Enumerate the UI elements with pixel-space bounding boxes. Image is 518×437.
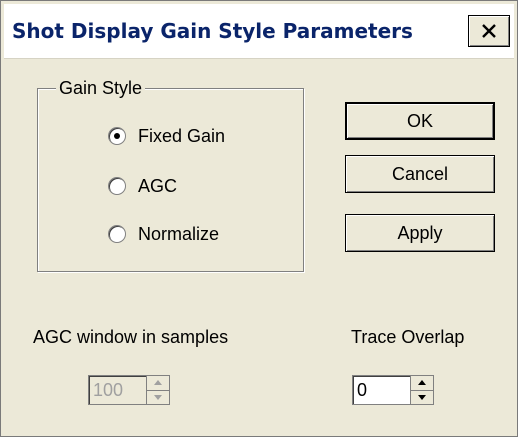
close-icon: [481, 23, 497, 39]
radio-label: AGC: [138, 175, 178, 196]
trace-overlap-spinner[interactable]: 0: [352, 375, 434, 405]
trace-overlap-spin-arrows[interactable]: [410, 376, 433, 404]
radio-agc[interactable]: AGC: [108, 173, 177, 199]
title-bar[interactable]: Shot Display Gain Style Parameters: [4, 4, 514, 59]
window-title: Shot Display Gain Style Parameters: [12, 19, 413, 43]
apply-button[interactable]: Apply: [345, 214, 495, 252]
agc-window-value: 100: [93, 379, 124, 400]
ok-button[interactable]: OK: [345, 102, 495, 140]
trace-overlap-label: Trace Overlap: [351, 327, 465, 347]
spin-down-icon[interactable]: [411, 390, 433, 404]
dialog-window: Shot Display Gain Style Parameters Gain …: [0, 0, 518, 437]
radio-fixed-gain[interactable]: Fixed Gain: [108, 123, 225, 149]
cancel-button[interactable]: Cancel: [345, 155, 495, 193]
radio-circle: [108, 177, 126, 195]
trace-overlap-value[interactable]: 0: [353, 380, 410, 401]
agc-window-label: AGC window in samples: [33, 327, 229, 347]
close-button[interactable]: [468, 15, 510, 47]
gain-style-group: Gain Style Fixed Gain AGC Normalize: [37, 77, 304, 272]
spin-up-icon: [147, 376, 169, 391]
radio-label: Fixed Gain: [138, 125, 226, 146]
radio-label: Normalize: [138, 223, 220, 244]
spin-down-icon: [147, 390, 169, 404]
radio-normalize[interactable]: Normalize: [108, 221, 219, 247]
spin-up-icon[interactable]: [411, 376, 433, 391]
agc-window-spinner: 100: [88, 375, 170, 405]
radio-selected-dot: [114, 133, 120, 139]
agc-window-spin-arrows: [146, 376, 169, 404]
gain-style-legend: Gain Style: [56, 77, 146, 99]
radio-circle: [108, 127, 126, 145]
radio-circle: [108, 225, 126, 243]
